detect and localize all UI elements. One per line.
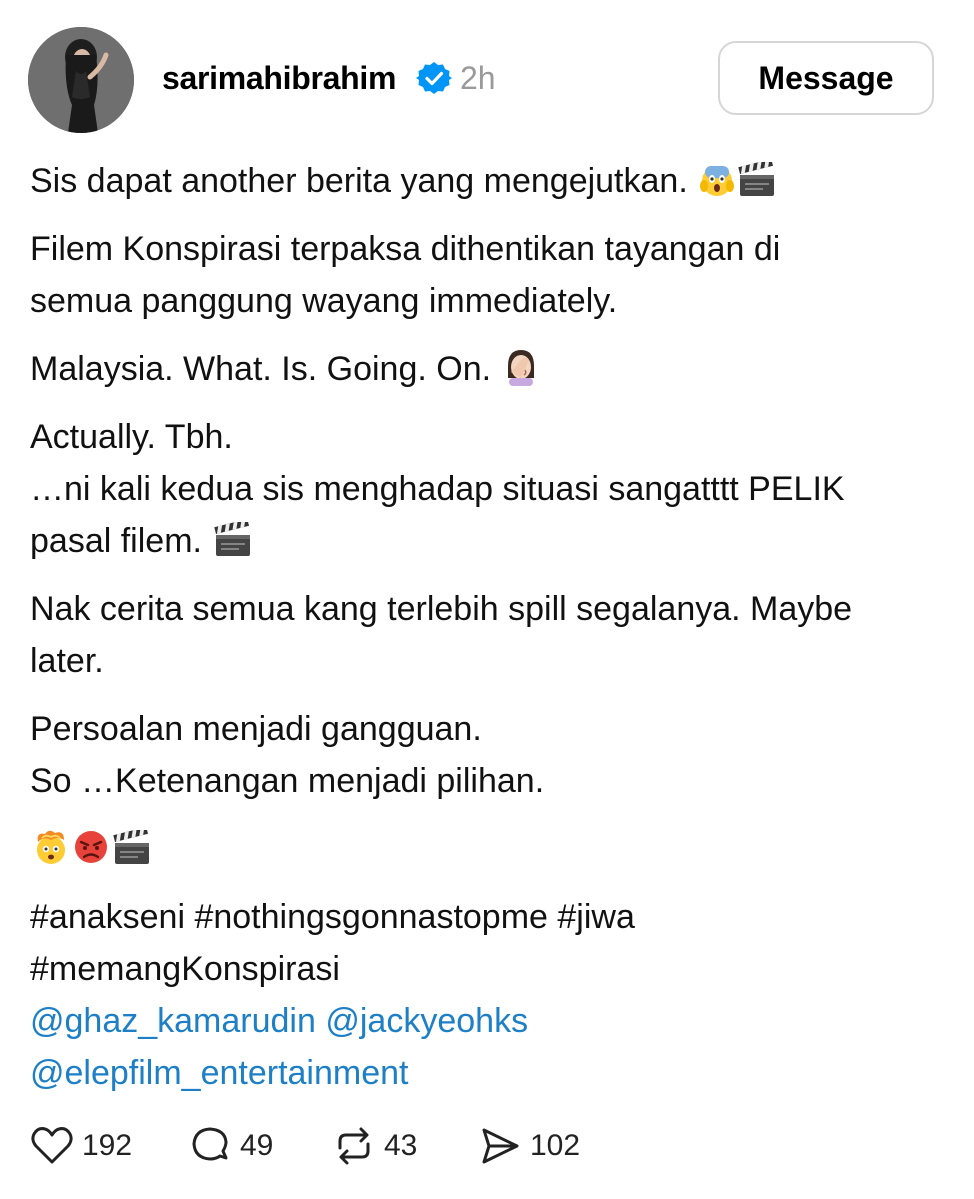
woman-facepalming-icon [507,350,534,386]
like-button[interactable]: 192 [30,1118,132,1174]
reply-button[interactable]: 49 [188,1118,273,1174]
pouting-face-icon [75,831,107,863]
share-count: 102 [530,1129,581,1162]
verified-badge-icon [416,62,452,94]
paragraph-3: Malaysia. What. Is. Going. On. [30,343,930,395]
text-line: Persoalan menjadi gangguan. [30,710,482,748]
send-icon [482,1128,519,1164]
like-count: 192 [82,1129,133,1162]
paragraph-2: Filem Konspirasi terpaksa dithentikan ta… [30,223,930,327]
timestamp: 2h [460,60,496,96]
text-line: Nak cerita semua kang terlebih spill seg… [30,590,853,628]
paragraph-4: Actually. Tbh. …ni kali kedua sis mengha… [30,411,930,567]
clapper-board-icon [214,522,251,556]
clapper-board-icon [738,162,775,196]
paragraph-6: Persoalan menjadi gangguan. So …Ketenang… [30,703,930,807]
mention-link[interactable]: @elepfilm_entertainment [30,1054,408,1092]
hashtag-line[interactable]: #anakseni #nothingsgonnastopme #jiwa [30,898,635,936]
heart-icon [31,1127,73,1164]
text-line: later. [30,642,104,680]
profile-photo-icon [28,27,134,133]
text-line: Malaysia. What. Is. Going. On. [30,350,492,388]
post-body: Sis dapat another berita yang mengejutka… [30,155,930,1099]
mention-link[interactable]: @ghaz_kamarudin [30,1002,316,1040]
post-header: sarimahibrahim 2h Message [0,0,974,150]
text-line: Filem Konspirasi terpaksa dithentikan ta… [30,230,781,268]
reply-count: 49 [240,1129,274,1162]
share-button[interactable]: 102 [478,1118,580,1174]
mention-link[interactable]: @jackyeohks [325,1002,528,1040]
text-line: …ni kali kedua sis menghadap situasi san… [30,470,845,508]
action-bar: 192 49 43 102 [0,1118,974,1178]
paragraph-5: Nak cerita semua kang terlebih spill seg… [30,583,930,687]
repost-count: 43 [384,1129,418,1162]
hashtags: #anakseni #nothingsgonnastopme #jiwa #me… [30,891,930,1099]
comment-icon [192,1127,228,1161]
repost-icon [338,1127,370,1165]
text-line: Actually. Tbh. [30,418,233,456]
paragraph-1: Sis dapat another berita yang mengejutka… [30,155,930,207]
face-screaming-in-fear-icon [700,166,735,196]
text-line: Sis dapat another berita yang mengejutka… [30,162,688,200]
clapper-board-icon [113,830,149,864]
repost-button[interactable]: 43 [332,1118,417,1174]
text-line: pasal filem. [30,522,202,560]
avatar[interactable] [28,27,134,133]
exploding-head-icon [37,830,65,864]
hashtag-line[interactable]: #memangKonspirasi [30,950,340,988]
text-line: semua panggung wayang immediately. [30,282,618,320]
text-line: So …Ketenangan menjadi pilihan. [30,762,545,800]
message-button[interactable]: Message [718,41,934,115]
username[interactable]: sarimahibrahim [162,58,396,98]
emoji-line [30,823,930,875]
